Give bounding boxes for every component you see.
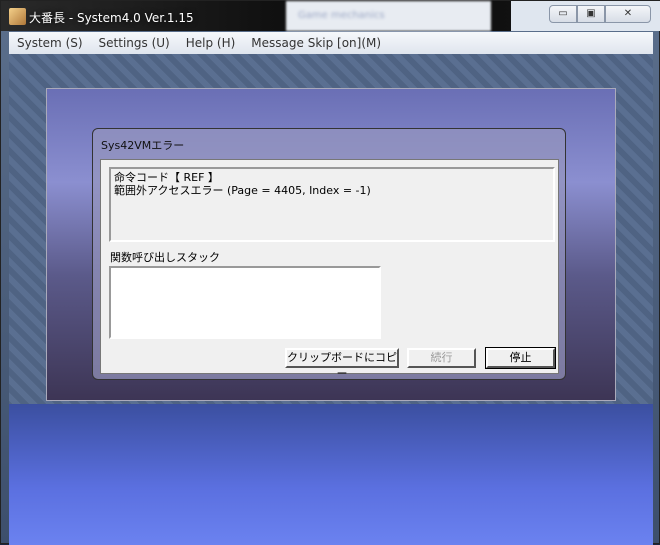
- dialog-title: Sys42VMエラー: [101, 139, 185, 152]
- menu-bar: System (S) Settings (U) Help (H) Message…: [9, 32, 653, 54]
- error-line-2: 範囲外アクセスエラー (Page = 4405, Index = -1): [114, 184, 371, 197]
- window-title: 大番長 - System4.0 Ver.1.15: [29, 11, 194, 25]
- minimize-button[interactable]: ▭: [549, 5, 577, 23]
- message-area: [9, 404, 653, 545]
- background-window: Game mechanics: [286, 1, 491, 31]
- copy-to-clipboard-button[interactable]: クリップボードにコピー: [285, 348, 399, 380]
- maximize-button[interactable]: ▣: [577, 5, 605, 23]
- error-dialog: Sys42VMエラー 命令コード【 REF 】 範囲外アクセスエラー (Page…: [92, 128, 566, 380]
- stop-button[interactable]: 停止: [485, 347, 556, 369]
- app-icon: [9, 8, 26, 25]
- dialog-body: 命令コード【 REF 】 範囲外アクセスエラー (Page = 4405, In…: [100, 159, 559, 380]
- error-line-1: 命令コード【 REF 】: [114, 171, 219, 184]
- menu-message-skip[interactable]: Message Skip [on](M): [251, 36, 381, 50]
- continue-button[interactable]: 続行: [407, 348, 476, 368]
- menu-settings[interactable]: Settings (U): [99, 36, 170, 50]
- title-bar[interactable]: Game mechanics 大番長 - System4.0 Ver.1.15 …: [1, 1, 660, 31]
- menu-help[interactable]: Help (H): [186, 36, 236, 50]
- stack-label: 関数呼び出しスタック: [110, 251, 220, 264]
- menu-system[interactable]: System (S): [17, 36, 83, 50]
- close-button[interactable]: ✕: [605, 5, 651, 23]
- call-stack-list[interactable]: [109, 266, 381, 339]
- error-message-box[interactable]: 命令コード【 REF 】 範囲外アクセスエラー (Page = 4405, In…: [109, 167, 555, 242]
- background-window-text: Game mechanics: [298, 10, 385, 21]
